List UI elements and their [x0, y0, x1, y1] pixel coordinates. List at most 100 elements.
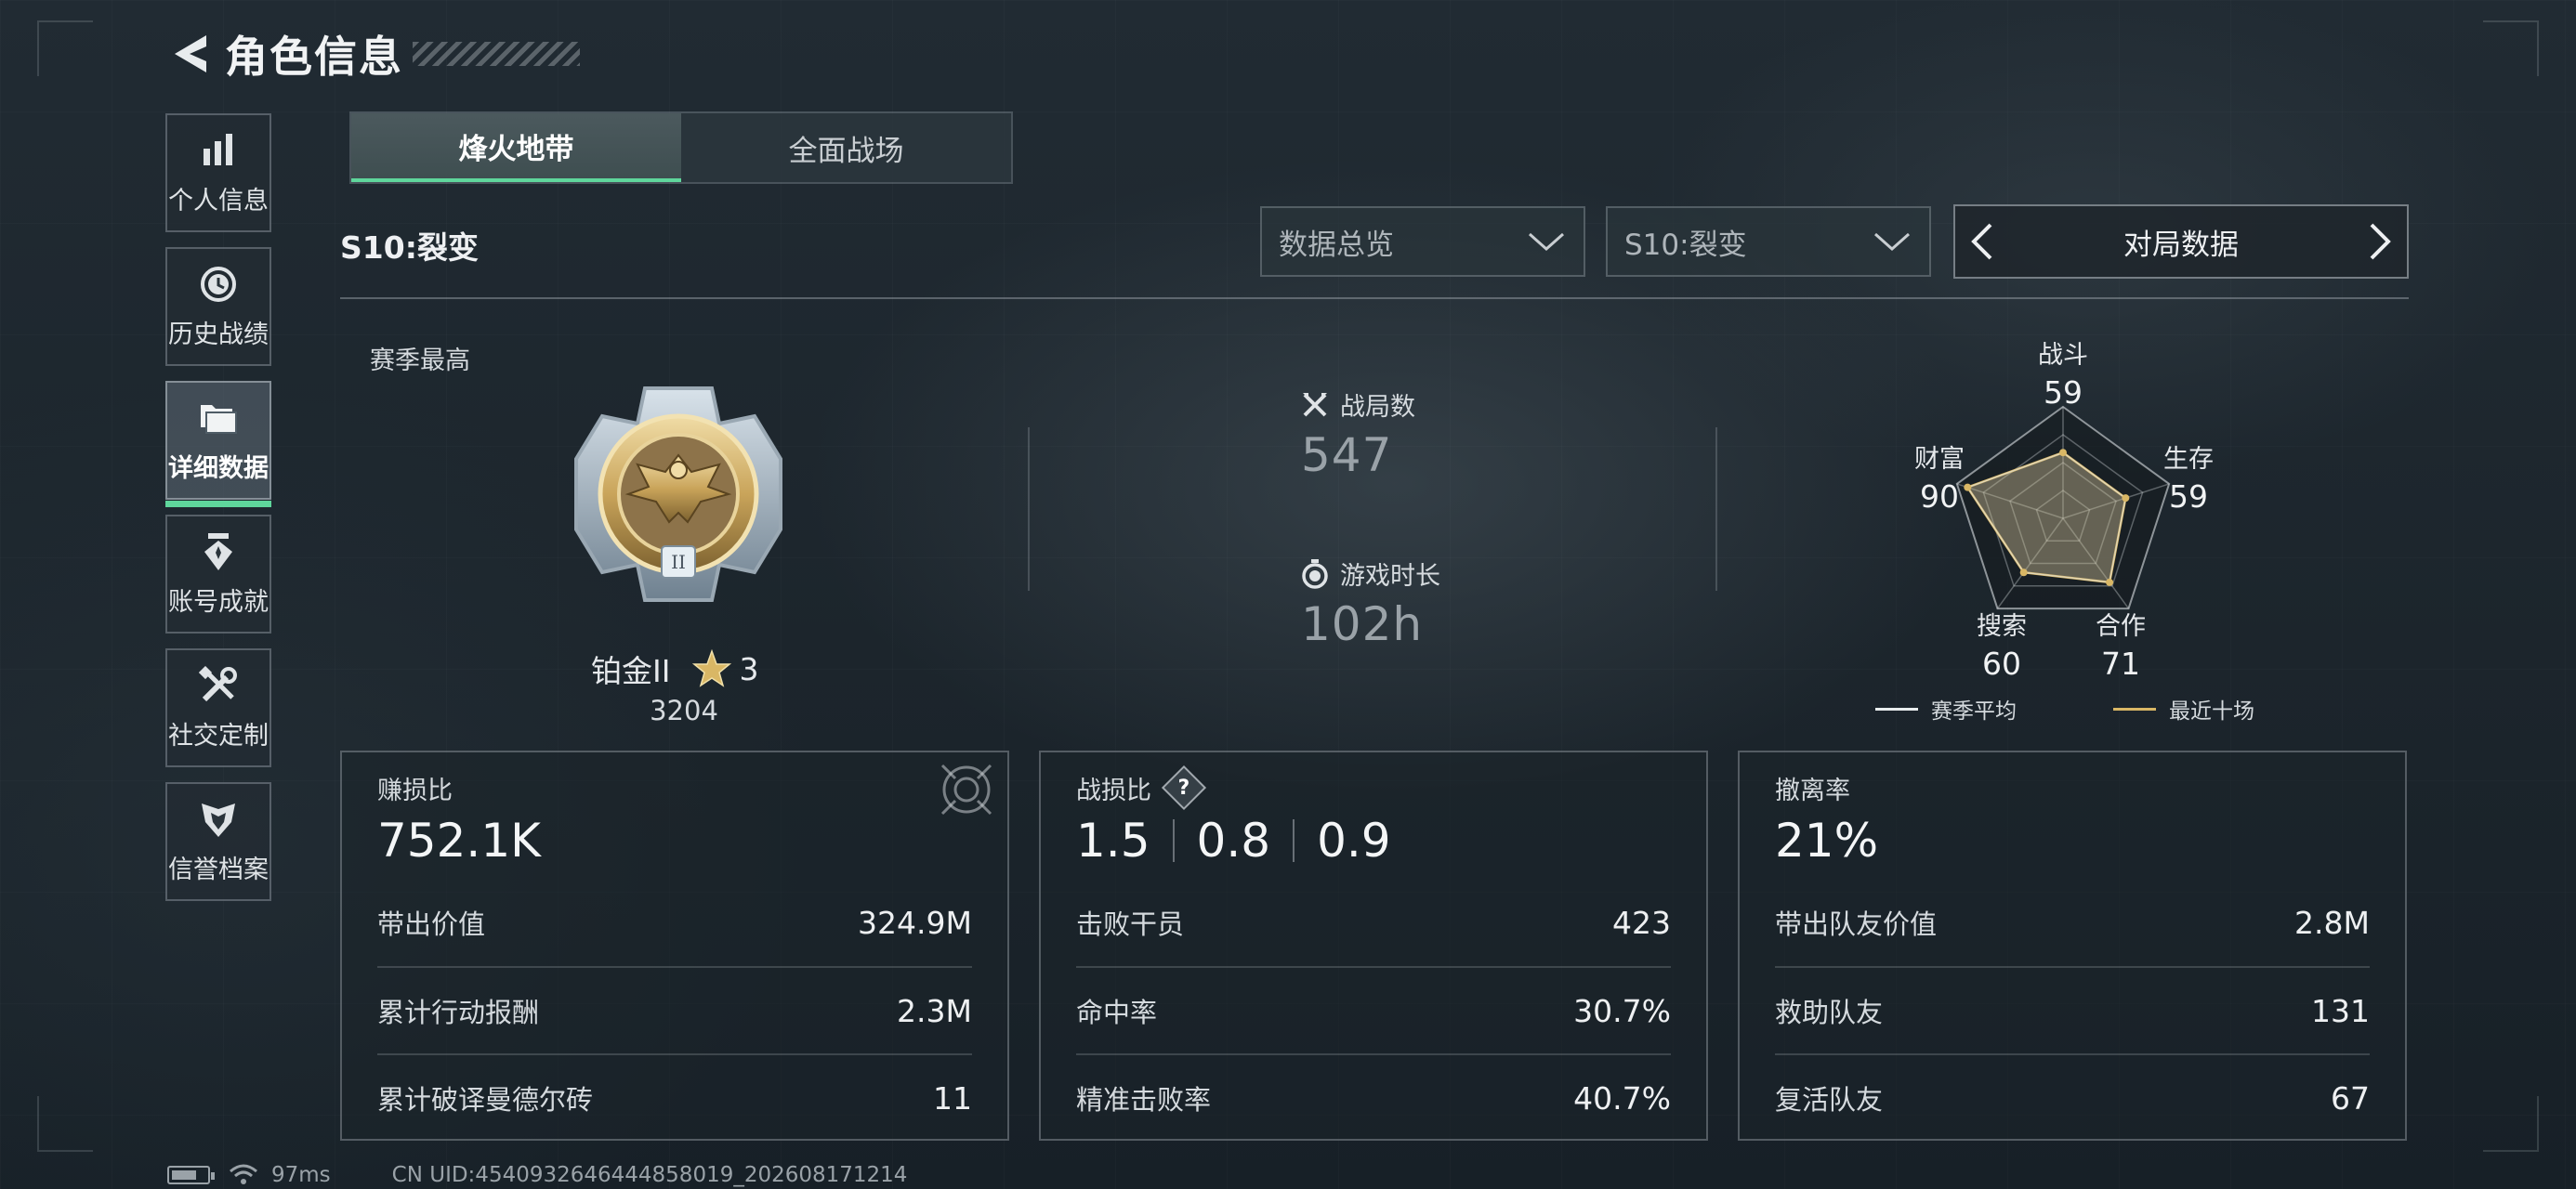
- matches-value: 547: [1301, 428, 1393, 482]
- frame-corner: [2483, 1096, 2539, 1152]
- season-dropdown[interactable]: S10:裂变: [1606, 206, 1931, 277]
- chevron-down-icon: [1874, 232, 1910, 252]
- target-reticle-icon: [940, 764, 992, 816]
- tab-full-battlefield[interactable]: 全面战场: [681, 113, 1011, 182]
- kd-ratio-values: 1.5 0.8 0.9: [1076, 810, 1671, 871]
- view-dropdown-value: 数据总览: [1279, 228, 1394, 262]
- tools-icon: [198, 665, 239, 706]
- status-footer: 97ms CN UID:4540932646444858019_20260817…: [167, 1163, 907, 1187]
- pager-label: 对局数据: [2123, 228, 2239, 262]
- frame-corner: [37, 20, 93, 76]
- legend-swatch: [1875, 707, 1918, 711]
- stopwatch-icon: [1302, 558, 1328, 589]
- radar-label-combat: 战斗 59: [2038, 341, 2088, 411]
- user-uid: CN UID:4540932646444858019_202608171214: [391, 1163, 908, 1187]
- radar-point: [2106, 578, 2114, 586]
- rank-info: 铂金II 3: [591, 647, 758, 691]
- radar-point: [2059, 449, 2067, 457]
- playtime-stat: 游戏时长 102h: [1301, 555, 1440, 651]
- stat-row: 累计破译曼德尔砖 11: [377, 1053, 972, 1141]
- extract-rate-value: 21%: [1775, 814, 1879, 868]
- legend-recent-ten: 最近十场: [2113, 693, 2254, 725]
- crossed-swords-icon: [1303, 392, 1327, 416]
- radar-chart: 战斗 59 生存 59 合作 71 搜索 60 财富 90: [1859, 325, 2342, 734]
- stat-row: 击败干员 423: [1076, 904, 1671, 941]
- star-icon: [692, 649, 732, 687]
- season-dropdown-value: S10:裂变: [1624, 228, 1747, 262]
- sidebar-item-social-custom[interactable]: 社交定制: [165, 648, 271, 767]
- tab-warzone[interactable]: 烽火地带: [351, 113, 681, 182]
- kd-value: 0.9: [1317, 814, 1391, 868]
- help-icon[interactable]: ?: [1161, 764, 1207, 811]
- svg-text:II: II: [671, 551, 686, 573]
- sidebar-item-label: 历史战绩: [168, 320, 269, 349]
- matches-label: 战局数: [1340, 393, 1415, 422]
- radar-point: [2019, 568, 2028, 577]
- sidebar-item-label: 个人信息: [168, 186, 269, 216]
- radar-label-cooperation: 合作 71: [2096, 612, 2146, 682]
- view-dropdown[interactable]: 数据总览: [1260, 206, 1585, 277]
- extract-card: 撤离率 21% 带出队友价值 2.8M 救助队友 131 复活队友 67: [1738, 751, 2407, 1141]
- rank-name: 铂金II: [591, 653, 671, 689]
- kd-value: 1.5: [1076, 814, 1150, 868]
- mode-tabs: 烽火地带 全面战场: [349, 111, 1013, 184]
- stat-row: 命中率 30.7%: [1076, 966, 1671, 1053]
- frame-corner: [37, 1096, 93, 1152]
- season-title: S10:裂变: [340, 229, 479, 266]
- value-separator: [1293, 819, 1295, 862]
- wifi-icon: [230, 1164, 257, 1184]
- radar-label-search: 搜索 60: [1977, 612, 2027, 682]
- frame-corner: [2483, 20, 2539, 76]
- vertical-divider: [1028, 427, 1030, 591]
- sidebar-item-label: 账号成就: [168, 587, 269, 617]
- sidebar-item-label: 详细数据: [168, 453, 269, 483]
- card-title: 赚损比: [377, 776, 453, 805]
- ping-value: 97ms: [271, 1163, 331, 1187]
- stat-row: 带出价值 324.9M: [377, 904, 972, 941]
- playtime-label: 游戏时长: [1340, 562, 1440, 591]
- sidebar-item-achievements[interactable]: 账号成就: [165, 515, 271, 634]
- back-arrow-icon: [175, 35, 206, 72]
- stat-row: 复活队友 67: [1775, 1053, 2370, 1141]
- stat-row: 累计行动报酬 2.3M: [377, 966, 972, 1053]
- sidebar-item-history[interactable]: 历史战绩: [165, 247, 271, 366]
- stat-row: 救助队友 131: [1775, 966, 2370, 1053]
- stat-rows: 带出价值 324.9M 累计行动报酬 2.3M 累计破译曼德尔砖 11: [377, 879, 972, 1141]
- sidebar-item-personal-info[interactable]: 个人信息: [165, 113, 271, 232]
- title-decoration: [413, 42, 580, 66]
- page-title: 角色信息: [225, 32, 403, 82]
- sidebar-item-detailed-data[interactable]: 详细数据: [165, 381, 271, 507]
- matches-stat: 战局数 547: [1301, 386, 1415, 482]
- chevron-right-icon[interactable]: [2366, 221, 2394, 262]
- radar-label-survival: 生存 59: [2163, 445, 2214, 515]
- combat-card: 战损比 ? 1.5 0.8 0.9 击败干员 423 命中率 30.7% 精准击败率…: [1039, 751, 1708, 1141]
- section-divider: [340, 297, 2409, 299]
- radar-label-wealth: 财富 90: [1914, 445, 1965, 515]
- rank-stars: 3: [739, 650, 759, 687]
- profit-ratio-value: 752.1K: [377, 814, 541, 868]
- kd-value: 0.8: [1196, 814, 1271, 868]
- data-category-pager: 对局数据: [1953, 204, 2409, 279]
- sidebar-item-label: 社交定制: [168, 721, 269, 751]
- shield-wing-icon: [198, 799, 239, 840]
- achievement-icon: [198, 531, 239, 572]
- back-button[interactable]: [167, 28, 212, 80]
- sidebar-item-reputation[interactable]: 信誉档案: [165, 782, 271, 901]
- legend-season-average: 赛季平均: [1875, 693, 2017, 725]
- rank-score: 3204: [650, 695, 718, 726]
- chevron-left-icon[interactable]: [1968, 221, 1996, 262]
- card-title: 撤离率: [1775, 776, 1850, 805]
- season-best-label: 赛季最高: [370, 346, 470, 375]
- bar-chart-icon: [198, 130, 239, 171]
- stat-rows: 击败干员 423 命中率 30.7% 精准击败率 40.7%: [1076, 879, 1671, 1141]
- sidebar: 个人信息 历史战绩 详细数据 账号成就 社交定制 信誉档案: [165, 113, 271, 916]
- sidebar-item-label: 信誉档案: [168, 855, 269, 884]
- profit-card: 赚损比 752.1K 带出价值 324.9M 累计行动报酬 2.3M 累计破译曼德尔…: [340, 751, 1009, 1141]
- stat-row: 精准击败率 40.7%: [1076, 1053, 1671, 1141]
- value-separator: [1172, 819, 1175, 862]
- radar-point: [2122, 494, 2130, 503]
- history-clock-icon: [198, 264, 239, 305]
- card-title: 战损比 ?: [1076, 764, 1671, 811]
- vertical-divider: [1715, 427, 1717, 591]
- header: 角色信息: [167, 24, 580, 84]
